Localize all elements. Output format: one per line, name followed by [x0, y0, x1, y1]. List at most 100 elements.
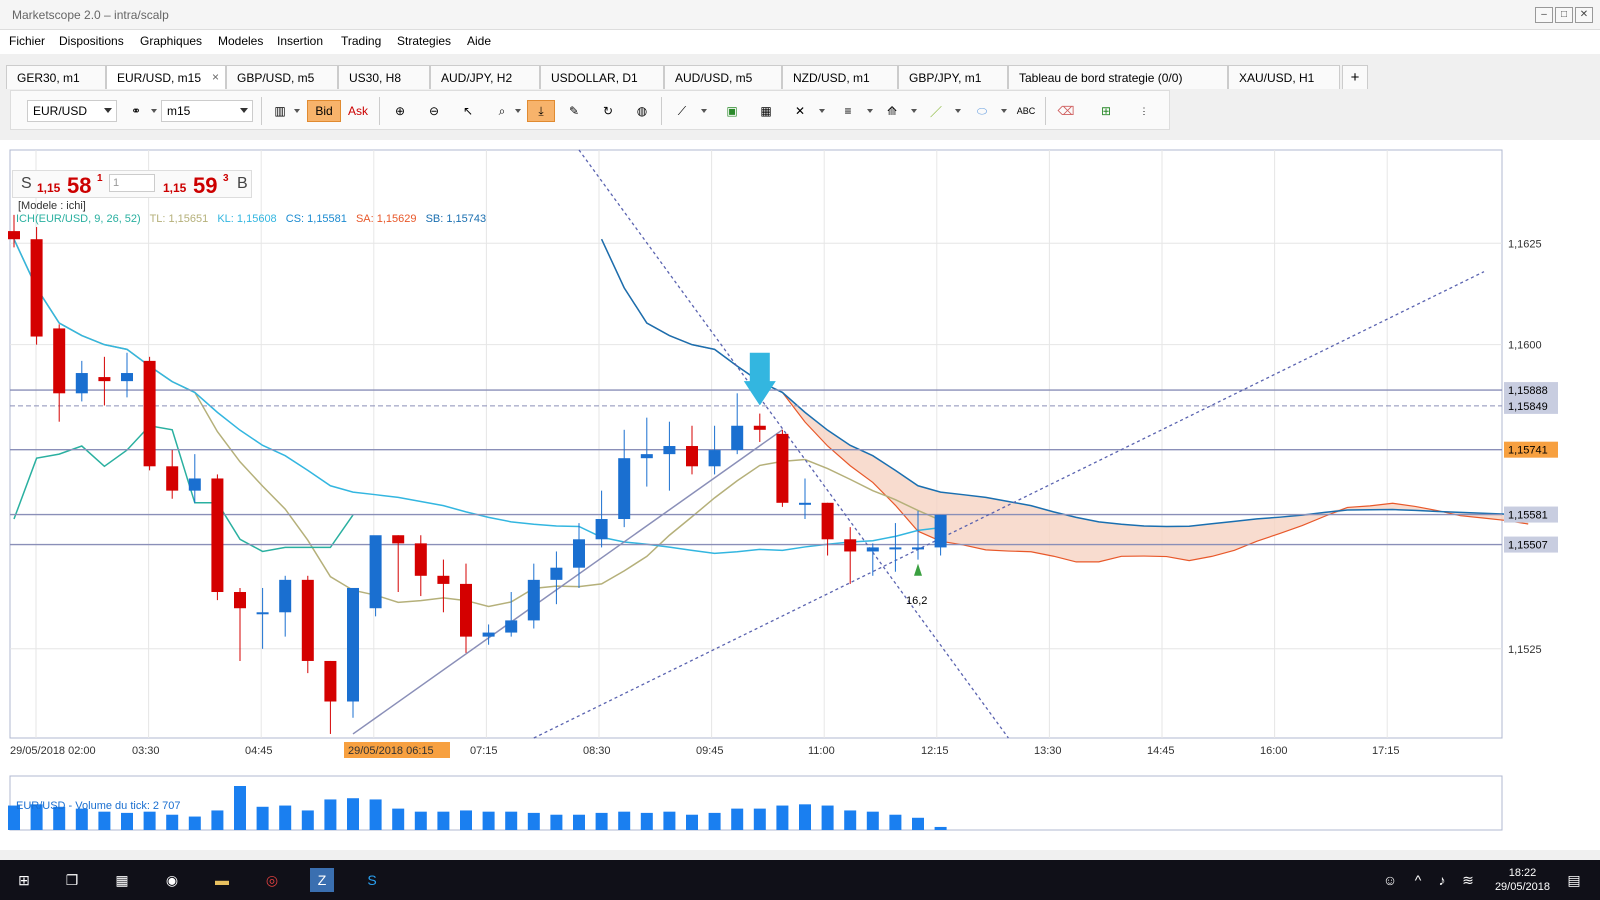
candle-body	[866, 547, 879, 552]
tab-usdollar-d1[interactable]: USDOLLAR, D1	[540, 65, 664, 89]
close-icon[interactable]: ×	[212, 70, 219, 84]
ask-button[interactable]: Ask	[343, 100, 373, 122]
tab-gbpusd-m5[interactable]: GBP/USD, m5	[226, 65, 338, 89]
horizontal-line-icon[interactable]: ≡	[837, 100, 859, 122]
image-icon[interactable]: ▣	[721, 100, 743, 122]
cursor-icon[interactable]: ↖	[457, 100, 479, 122]
volume-bar	[663, 811, 676, 830]
zoom-area-icon[interactable]: ⌕	[491, 100, 513, 122]
tab-strategy-dashboard[interactable]: Tableau de bord strategie (0/0)	[1008, 65, 1228, 89]
timeframe-value: m15	[167, 104, 191, 118]
menu-insertion[interactable]: Insertion	[277, 34, 323, 48]
drawing-tools-icon[interactable]: ✕	[789, 100, 811, 122]
ruler-icon[interactable]: ⟋	[671, 100, 693, 122]
dropdown-arrow-icon[interactable]	[1001, 109, 1007, 113]
toolbar-overflow-icon[interactable]: ⋮	[1133, 100, 1155, 122]
new-tab-button[interactable]: +	[1342, 65, 1368, 89]
zoom-in-icon[interactable]: ⊕	[389, 100, 411, 122]
people-icon[interactable]: ☺	[1378, 868, 1402, 892]
task-view-icon[interactable]: ❐	[60, 868, 84, 892]
buy-side-label[interactable]: B	[237, 175, 248, 193]
trendline-icon[interactable]: ／	[925, 100, 947, 122]
x-tick-label: 29/05/2018 02:00	[10, 745, 96, 757]
notifications-icon[interactable]: ▤	[1562, 868, 1586, 892]
candle-body	[234, 592, 246, 609]
bid-button[interactable]: Bid	[307, 100, 341, 122]
marketscope-icon[interactable]: Z	[310, 868, 334, 892]
tab-eurusd-m15[interactable]: EUR/USD, m15 ×	[106, 65, 226, 89]
ellipse-icon[interactable]: ⬭	[971, 100, 993, 122]
maximize-button[interactable]: □	[1555, 7, 1573, 23]
globe-icon[interactable]: ◍	[631, 100, 653, 122]
menu-trading[interactable]: Trading	[341, 34, 381, 48]
skype-icon[interactable]: S	[360, 868, 384, 892]
chart-area[interactable]: 1,15888 1,15849 1,15741 1,15581 1,15507 16,2 1…	[0, 140, 1600, 850]
price-chart[interactable]: 1,158881,158491,157411,155811,1550716,21…	[0, 140, 1600, 850]
windows-start-icon[interactable]: ⊞	[12, 868, 36, 892]
dropdown-arrow-icon[interactable]	[819, 109, 825, 113]
indicator-icon[interactable]: ▦	[755, 100, 777, 122]
volume-label: EUR/USD - Volume du tick: 2 707	[16, 800, 181, 812]
fibonacci-icon[interactable]: ⟰	[881, 100, 903, 122]
volume-bar	[844, 810, 857, 830]
menu-dispositions[interactable]: Dispositions	[59, 34, 124, 48]
menu-aide[interactable]: Aide	[467, 34, 491, 48]
calculator-icon[interactable]: ▦	[110, 868, 134, 892]
volume-icon[interactable]: ♪	[1430, 868, 1454, 892]
tab-xauusd-h1[interactable]: XAU/USD, H1	[1228, 65, 1340, 89]
tab-nzdusd-m1[interactable]: NZD/USD, m1	[782, 65, 898, 89]
symbol-select[interactable]: EUR/USD	[27, 100, 117, 122]
tab-gbpjpy-m1[interactable]: GBP/JPY, m1	[898, 65, 1008, 89]
menu-modeles[interactable]: Modeles	[218, 34, 263, 48]
link-icon[interactable]: ⚭	[125, 100, 147, 122]
dropdown-arrow-icon[interactable]	[294, 109, 300, 113]
close-button[interactable]: ✕	[1575, 7, 1593, 23]
tab-audjpy-h2[interactable]: AUD/JPY, H2	[430, 65, 540, 89]
app-title: Marketscope 2.0 – intra/scalp	[12, 8, 169, 22]
hierarchy-icon[interactable]: ⊞	[1095, 100, 1117, 122]
quantity-input[interactable]	[109, 174, 155, 192]
dropdown-arrow-icon[interactable]	[955, 109, 961, 113]
network-icon[interactable]: ≋	[1456, 868, 1480, 892]
dropdown-arrow-icon[interactable]	[151, 109, 157, 113]
y-tick-label: 1,1600	[1508, 340, 1542, 352]
candle-body	[821, 502, 834, 540]
y-tick-label: 1,1625	[1508, 238, 1542, 250]
app-window: Marketscope 2.0 – intra/scalp – □ ✕ Fich…	[0, 0, 1600, 900]
toolbar-separator	[1045, 97, 1046, 125]
sell-side-label[interactable]: S	[21, 175, 32, 193]
chevron-up-icon[interactable]: ^	[1406, 868, 1430, 892]
menu-strategies[interactable]: Strategies	[397, 34, 451, 48]
chrome-icon[interactable]: ◎	[260, 868, 284, 892]
buy-price-big[interactable]: 59	[193, 173, 217, 199]
volume-bar	[731, 808, 744, 830]
candle-body	[573, 539, 585, 568]
x-tick-label: 16:00	[1260, 745, 1288, 757]
dropdown-arrow-icon[interactable]	[515, 109, 521, 113]
sell-price-big[interactable]: 58	[67, 173, 91, 199]
zoom-out-icon[interactable]: ⊖	[423, 100, 445, 122]
dropdown-arrow-icon[interactable]	[911, 109, 917, 113]
sync-icon[interactable]: ↻	[597, 100, 619, 122]
menu-fichier[interactable]: Fichier	[9, 34, 45, 48]
menu-graphiques[interactable]: Graphiques	[140, 34, 202, 48]
scroll-to-end-icon[interactable]: ⤓	[527, 100, 555, 122]
file-explorer-icon[interactable]: ▬	[210, 868, 234, 892]
text-tool-icon[interactable]: ABC	[1015, 100, 1037, 122]
tab-ger30-m1[interactable]: GER30, m1	[6, 65, 106, 89]
timeframe-select[interactable]: m15	[161, 100, 253, 122]
tab-us30-h8[interactable]: US30, H8	[338, 65, 430, 89]
dropdown-arrow-icon[interactable]	[867, 109, 873, 113]
tab-audusd-m5[interactable]: AUD/USD, m5	[664, 65, 782, 89]
clock[interactable]: 18:22 29/05/2018	[1495, 866, 1550, 894]
dropdown-arrow-icon[interactable]	[701, 109, 707, 113]
properties-icon[interactable]: ✎	[563, 100, 585, 122]
chart-type-icon[interactable]: ▥	[269, 100, 291, 122]
tab-label: GBP/JPY, m1	[909, 71, 982, 85]
volume-bar	[912, 817, 924, 830]
candle-body	[301, 579, 314, 661]
volume-bar	[188, 816, 201, 830]
eraser-icon[interactable]: ⌫	[1055, 100, 1077, 122]
minimize-button[interactable]: –	[1535, 7, 1553, 23]
browser-g-icon[interactable]: ◉	[160, 868, 184, 892]
